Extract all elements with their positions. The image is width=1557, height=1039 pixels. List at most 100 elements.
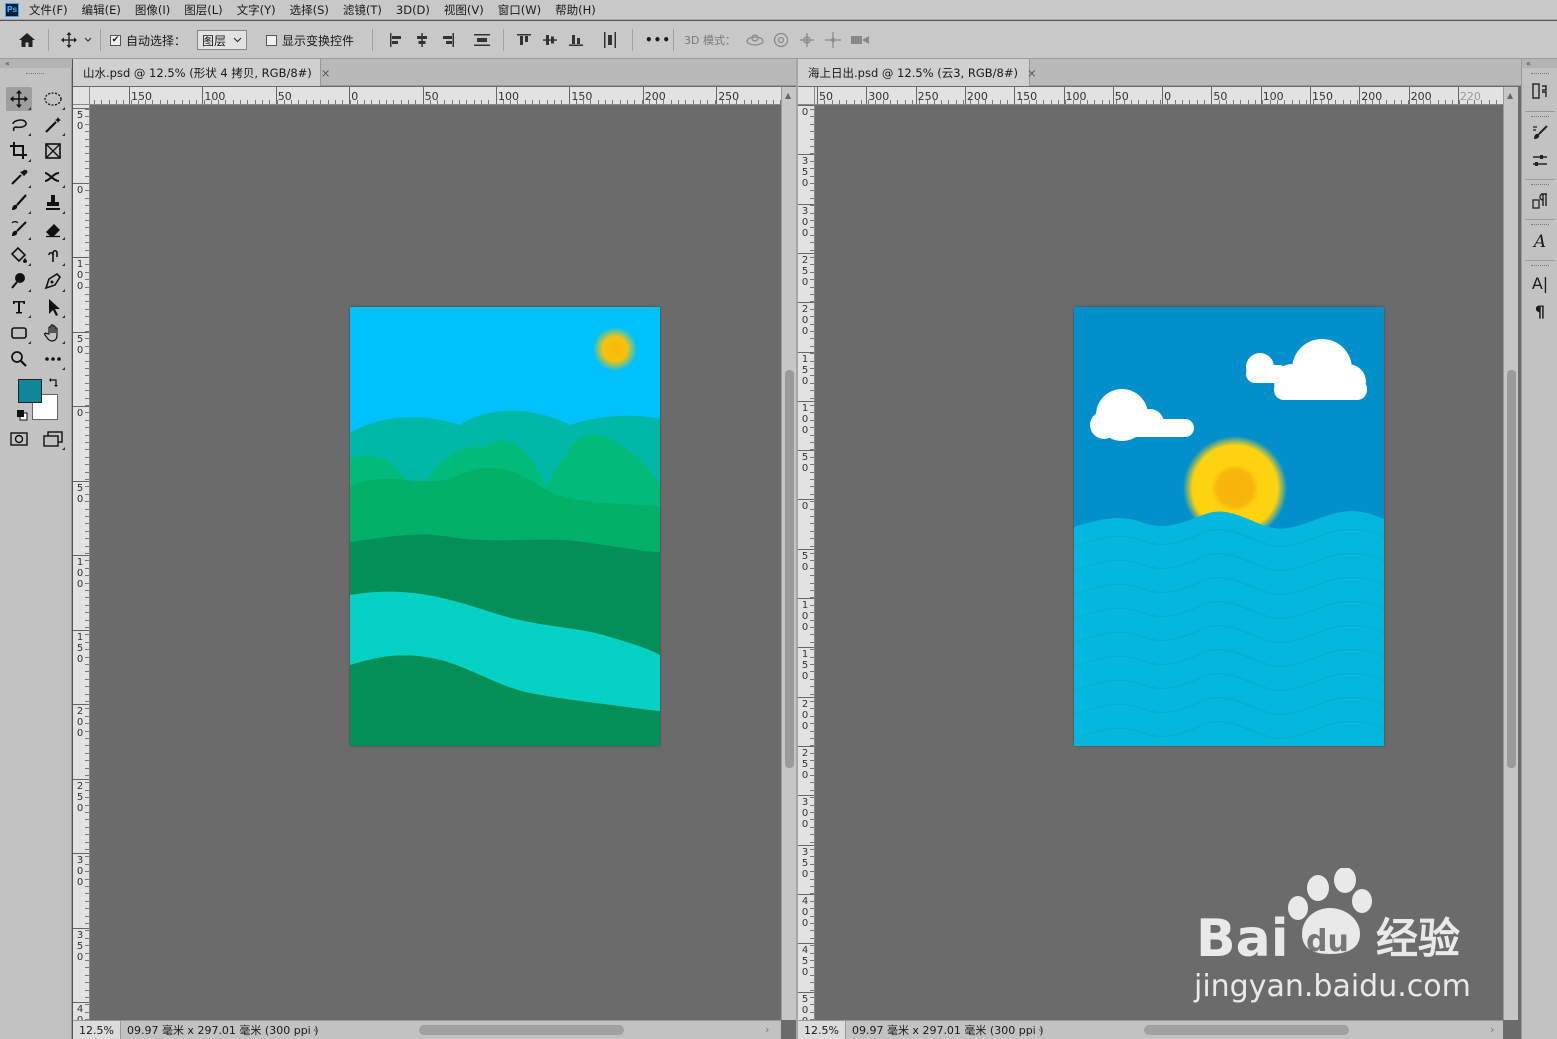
- ruler-label: 0: [76, 877, 84, 888]
- canvas-landscape[interactable]: [350, 307, 660, 746]
- menu-edit[interactable]: 编辑(E): [82, 2, 121, 18]
- canvas-sea-sunrise[interactable]: [1074, 307, 1384, 746]
- menu-image[interactable]: 图像(I): [135, 2, 170, 18]
- eyedropper-tool-icon[interactable]: [6, 165, 32, 189]
- history-brush-tool-icon[interactable]: [6, 217, 32, 241]
- align-right-icon[interactable]: [440, 30, 456, 50]
- move-tool-icon[interactable]: [6, 87, 32, 111]
- zoom-tool-icon[interactable]: [6, 347, 32, 371]
- hand-tool-icon[interactable]: [40, 321, 66, 345]
- 3d-pan-icon[interactable]: [798, 30, 816, 50]
- auto-select-checkbox[interactable]: ✔ 自动选择：: [110, 30, 186, 50]
- document-tab-sea[interactable]: 海上日出.psd @ 12.5% (云3, RGB/8#) ×: [798, 59, 1037, 86]
- 3d-camera-icon[interactable]: [850, 30, 870, 50]
- align-center-h-icon[interactable]: [414, 30, 430, 50]
- default-colors-icon[interactable]: [16, 409, 28, 424]
- ruler-label: 0: [801, 709, 809, 721]
- swap-colors-icon[interactable]: [48, 377, 60, 392]
- scroll-up-icon[interactable]: ▲: [1507, 91, 1513, 100]
- document-info[interactable]: 09.97 毫米 x 297.01 毫米 (300 ppi ): [127, 1022, 319, 1038]
- ruler-label: 5: [76, 642, 84, 654]
- home-icon[interactable]: [17, 30, 37, 50]
- menu-view[interactable]: 视图(V): [444, 2, 484, 18]
- move-tool-preset-icon[interactable]: [60, 30, 92, 50]
- scroll-right-icon[interactable]: ›: [1490, 1023, 1494, 1036]
- zoom-level-field[interactable]: 12.5%: [73, 1021, 121, 1039]
- status-arrow-icon[interactable]: ‹: [313, 1023, 317, 1036]
- close-tab-icon[interactable]: ×: [1027, 66, 1037, 80]
- menu-file[interactable]: 文件(F): [29, 2, 68, 18]
- document-tab-bar: 山水.psd @ 12.5% (形状 4 拷贝, RGB/8#) ×: [73, 59, 796, 86]
- frame-tool-icon[interactable]: [40, 139, 66, 163]
- distribute-vertical-icon[interactable]: [473, 30, 491, 50]
- ruler-origin[interactable]: [798, 87, 815, 105]
- pen-tool-icon[interactable]: [40, 269, 66, 293]
- 3d-roll-icon[interactable]: [772, 30, 790, 50]
- horizontal-ruler[interactable]: 50 300 250 200 150 100 50 0 50 100 150 200 200 220: [815, 87, 1503, 105]
- close-tab-icon[interactable]: ×: [321, 66, 331, 80]
- 3d-orbit-icon[interactable]: [745, 30, 765, 50]
- paragraph-styles-icon[interactable]: [1527, 189, 1553, 213]
- crop-tool-icon[interactable]: [6, 139, 32, 163]
- marquee-tool-icon[interactable]: [40, 87, 66, 111]
- vertical-ruler[interactable]: 0350300250200150100500501001502002503003…: [798, 105, 815, 1020]
- document-tab-landscape[interactable]: 山水.psd @ 12.5% (形状 4 拷贝, RGB/8#) ×: [73, 59, 330, 86]
- zoom-level-field[interactable]: 12.5%: [798, 1021, 846, 1039]
- expand-panels-icon[interactable]: «: [1522, 59, 1557, 68]
- align-middle-v-icon[interactable]: [542, 30, 558, 50]
- align-top-icon[interactable]: [516, 30, 532, 50]
- vertical-scrollbar[interactable]: ▲: [1503, 87, 1518, 1020]
- document-info[interactable]: 09.97 毫米 x 297.01 毫米 (300 ppi ): [852, 1022, 1044, 1038]
- horizontal-scroll-thumb[interactable]: [419, 1025, 624, 1035]
- stamp-tool-icon[interactable]: [40, 191, 66, 215]
- lasso-tool-icon[interactable]: [6, 113, 32, 137]
- vertical-scroll-thumb[interactable]: [1507, 370, 1516, 768]
- vertical-scroll-thumb[interactable]: [785, 370, 794, 768]
- menu-select[interactable]: 选择(S): [290, 2, 329, 18]
- menu-filter[interactable]: 滤镜(T): [343, 2, 382, 18]
- path-selection-tool-icon[interactable]: [40, 295, 66, 319]
- scroll-right-icon[interactable]: ›: [765, 1023, 769, 1036]
- horizontal-scroll-thumb[interactable]: [1144, 1025, 1349, 1035]
- photoshop-logo-icon[interactable]: Ps: [5, 2, 19, 17]
- type-tool-icon[interactable]: [6, 295, 32, 319]
- align-bottom-icon[interactable]: [568, 30, 584, 50]
- screen-mode-icon[interactable]: [40, 427, 66, 451]
- paint-bucket-tool-icon[interactable]: [6, 243, 32, 267]
- magic-wand-tool-icon[interactable]: [40, 113, 66, 137]
- horizontal-ruler[interactable]: 150 100 50 0 50 100 150 200 250: [90, 87, 781, 105]
- vertical-ruler[interactable]: 50010050050100150200250300350400: [73, 105, 90, 1020]
- ruler-label: 5: [801, 956, 809, 968]
- adjustments-icon[interactable]: [1527, 149, 1553, 173]
- show-transform-checkbox[interactable]: 显示变换控件: [266, 30, 354, 50]
- brush-tool-icon[interactable]: [6, 191, 32, 215]
- history-panel-icon[interactable]: [1527, 79, 1553, 103]
- brush-settings-icon[interactable]: [1527, 121, 1553, 145]
- paragraph-panel-icon[interactable]: ¶: [1527, 299, 1553, 323]
- menu-type[interactable]: 文字(Y): [237, 2, 276, 18]
- menu-help[interactable]: 帮助(H): [555, 2, 596, 18]
- auto-select-target-dropdown[interactable]: 图层: [197, 30, 248, 50]
- ruler-label: 2: [801, 747, 809, 759]
- menu-layer[interactable]: 图层(L): [184, 2, 222, 18]
- character-panel-icon[interactable]: A|: [1527, 271, 1553, 295]
- align-left-icon[interactable]: [388, 30, 404, 50]
- collapse-toolbox-icon[interactable]: «: [0, 59, 72, 68]
- distribute-horizontal-icon[interactable]: [602, 30, 618, 50]
- rectangle-tool-icon[interactable]: [6, 321, 32, 345]
- dodge-tool-icon[interactable]: [6, 269, 32, 293]
- more-tools-icon[interactable]: [40, 347, 66, 371]
- menu-window[interactable]: 窗口(W): [498, 2, 541, 18]
- vertical-scrollbar[interactable]: ▲: [781, 87, 796, 1020]
- scroll-up-icon[interactable]: ▲: [785, 91, 791, 100]
- healing-tool-icon[interactable]: [40, 165, 66, 189]
- glyphs-icon[interactable]: A: [1527, 230, 1553, 254]
- more-options-button[interactable]: •••: [645, 30, 671, 50]
- quick-mask-icon[interactable]: [6, 427, 32, 451]
- status-arrow-icon[interactable]: ‹: [1038, 1023, 1042, 1036]
- ruler-origin[interactable]: [73, 87, 90, 105]
- smudge-tool-icon[interactable]: [40, 243, 66, 267]
- menu-3d[interactable]: 3D(D): [396, 3, 430, 17]
- eraser-tool-icon[interactable]: [40, 217, 66, 241]
- 3d-slide-icon[interactable]: [824, 30, 842, 50]
